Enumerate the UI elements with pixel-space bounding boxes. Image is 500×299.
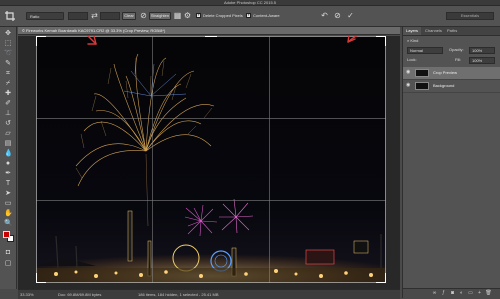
clone-stamp-tool-icon[interactable]: ⊥ [4, 110, 12, 118]
kind-filter[interactable]: Kind [410, 38, 418, 43]
screen-mode-icon[interactable]: ▢ [4, 260, 12, 268]
layer-row-crop-preview[interactable]: ◉ Crop Preview [403, 67, 500, 80]
delete-cropped-checkbox[interactable] [196, 12, 201, 18]
tab-layers[interactable]: Layers [403, 27, 422, 35]
path-select-tool-icon[interactable]: ➤ [4, 190, 12, 198]
cancel-icon[interactable]: ⊘ [333, 11, 342, 20]
eye-icon[interactable]: ◉ [406, 70, 411, 75]
blur-tool-icon[interactable]: 💧 [4, 150, 13, 158]
hand-tool-icon[interactable]: ✋ [4, 210, 13, 218]
opacity-input[interactable]: 100% [469, 47, 495, 54]
opacity-label: Opacity: [449, 47, 464, 52]
delete-cropped-label: Delete Cropped Pixels [203, 13, 243, 18]
blend-mode-select[interactable]: Normal [407, 47, 443, 54]
pen-tool-icon[interactable]: ✒ [4, 170, 12, 178]
crop-tool-icon[interactable]: ⌗ [4, 70, 12, 78]
lock-label: Lock: [407, 57, 417, 62]
undo-icon[interactable]: ↶ [320, 11, 329, 20]
filter-row: ⌕ Kind [407, 37, 418, 45]
marquee-tool-icon[interactable]: ⬚ [4, 40, 12, 48]
folder-icon[interactable]: ▭ [467, 290, 474, 297]
tab-channels[interactable]: Channels [425, 27, 442, 35]
checkmark-icon[interactable]: ✓ [346, 11, 355, 20]
straighten-icon[interactable]: ⊘ [139, 11, 148, 20]
photoshop-window: Adobe Photoshop CC 2015.5 Ratio ⇄ Clear … [0, 0, 500, 299]
eye-icon[interactable]: ◉ [406, 83, 411, 88]
gear-icon[interactable]: ⚙ [183, 11, 192, 20]
width-input[interactable] [68, 12, 88, 20]
layer-thumbnail [415, 82, 429, 90]
content-aware-checkbox[interactable] [246, 12, 251, 18]
link-icon[interactable]: ∞ [431, 290, 438, 297]
photo-canvas[interactable] [36, 36, 386, 283]
panel-tabs: Layers Channels Paths [403, 27, 500, 36]
move-tool-icon[interactable]: ✥ [4, 30, 12, 38]
history-brush-tool-icon[interactable]: ↺ [4, 120, 12, 128]
clear-button[interactable]: Clear [122, 12, 136, 20]
healing-brush-tool-icon[interactable]: ✚ [4, 90, 12, 98]
toolbox: ✥ ⬚ ➰ ✎ ⌗ ⌿ ✚ ✐ ⊥ ↺ ▱ ▤ 💧 ● ✒ T ➤ ▭ ✋ 🔍 … [0, 27, 17, 289]
grid-icon[interactable]: ▦ [173, 11, 182, 20]
tab-paths[interactable]: Paths [447, 27, 457, 35]
canvas-area[interactable] [18, 36, 400, 289]
trash-icon[interactable]: 🗑 [485, 290, 492, 297]
content-aware-label: Content-Aware [253, 13, 280, 18]
gradient-tool-icon[interactable]: ▤ [4, 140, 12, 148]
layers-panel-footer: ∞ ƒ ◙ ◐ ▭ + 🗑 [403, 288, 500, 298]
layer-name: Background [433, 83, 455, 88]
mask-icon[interactable]: ◙ [449, 290, 456, 297]
fill-input[interactable]: 100% [469, 57, 495, 64]
document-tab[interactable]: © Fireworks Kemah Boardwalk KAC9791.CR2 … [18, 27, 400, 35]
quick-mask-icon[interactable]: ◘ [4, 249, 12, 257]
new-layer-icon[interactable]: + [476, 290, 483, 297]
brush-tool-icon[interactable]: ✐ [4, 100, 12, 108]
crop-tool-preset-icon[interactable] [4, 10, 16, 22]
fill-label: Fill: [455, 57, 462, 62]
zoom-tool-icon[interactable]: 🔍 [4, 220, 13, 228]
quick-select-tool-icon[interactable]: ✎ [4, 60, 12, 68]
ratio-select[interactable]: Ratio [26, 12, 64, 20]
straighten-button[interactable]: Straighten [149, 12, 171, 20]
adjustment-icon[interactable]: ◐ [458, 290, 465, 297]
type-tool-icon[interactable]: T [4, 180, 12, 188]
lasso-tool-icon[interactable]: ➰ [4, 50, 13, 58]
shape-tool-icon[interactable]: ▭ [4, 200, 12, 208]
swap-arrows-icon[interactable]: ⇄ [90, 11, 99, 20]
height-input[interactable] [100, 12, 120, 20]
layer-row-background[interactable]: ◉ Background [403, 80, 500, 93]
lights [36, 268, 386, 283]
workspace-select[interactable]: Essentials [446, 12, 494, 20]
layer-thumbnail [415, 69, 429, 77]
layer-name: Crop Preview [433, 70, 458, 75]
dodge-tool-icon[interactable]: ● [4, 160, 12, 168]
eyedropper-tool-icon[interactable]: ⌿ [4, 80, 12, 88]
options-bar: Ratio ⇄ Clear ⊘ Straighten ▦ ⚙ Delete Cr… [0, 6, 500, 27]
eraser-tool-icon[interactable]: ▱ [4, 130, 12, 138]
layers-panel: Layers Channels Paths ⌕ Kind Normal Opac… [402, 27, 500, 298]
fx-icon[interactable]: ƒ [440, 290, 447, 297]
foreground-color-swatch[interactable] [3, 231, 10, 238]
